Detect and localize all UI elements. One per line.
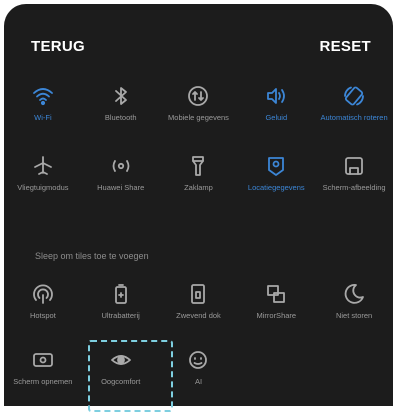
tile-sound[interactable]: Geluid [237, 84, 315, 122]
active-tiles-row-2: Vliegtuigmodus Huawei Share Zaklamp Loca… [4, 154, 393, 192]
hotspot-icon [33, 284, 53, 304]
floating-dock-icon [191, 284, 206, 304]
wifi-icon [32, 88, 53, 106]
huawei-share-icon [112, 160, 130, 172]
available-tiles-row-2: Scherm opnemen Oogcomfort AI [4, 348, 393, 386]
tile-wifi[interactable]: Wi-Fi [4, 84, 82, 122]
battery-icon [114, 284, 127, 304]
tile-flashlight[interactable]: Zaklamp [160, 154, 238, 192]
tile-label: Huawei Share [97, 183, 145, 192]
tile-label: Geluid [265, 113, 288, 122]
flashlight-icon [192, 156, 205, 176]
tile-auto-rotate[interactable]: Automatisch roteren [315, 84, 393, 122]
quick-settings-editor: TERUG RESET Wi-Fi Bluetooth Mobiele gege… [4, 4, 393, 406]
tile-label: Vliegtuigmodus [17, 183, 69, 192]
tile-huawei-share[interactable]: Huawei Share [82, 154, 160, 192]
tile-label: Scherm opnemen [13, 377, 73, 386]
active-tiles-row-1: Wi-Fi Bluetooth Mobiele gegevens Geluid … [4, 84, 393, 122]
screen-record-icon [32, 353, 53, 367]
screenshot-icon [345, 157, 363, 175]
tile-mirrorshare[interactable]: MirrorShare [237, 282, 315, 320]
tile-floating-dock[interactable]: Zwevend dok [160, 282, 238, 320]
airplane-icon [33, 156, 52, 175]
tile-label: Bluetooth [104, 113, 137, 122]
tile-mobile-data[interactable]: Mobiele gegevens [160, 84, 238, 122]
bluetooth-icon [114, 87, 127, 105]
tile-label: Automatisch roteren [320, 113, 388, 122]
tile-do-not-disturb[interactable]: Niet storen [315, 282, 393, 320]
tile-label: Mobiele gegevens [168, 113, 229, 122]
mirrorshare-icon [267, 285, 286, 303]
tile-label: Scherm-afbeelding [322, 183, 386, 192]
tile-screenshot[interactable]: Scherm-afbeelding [315, 154, 393, 192]
highlight-frame [88, 340, 173, 412]
tile-label: MirrorShare [256, 311, 297, 320]
reset-button[interactable]: RESET [319, 38, 371, 55]
tile-bluetooth[interactable]: Bluetooth [82, 84, 160, 122]
back-button[interactable]: TERUG [31, 38, 85, 55]
tile-hotspot[interactable]: Hotspot [4, 282, 82, 320]
moon-icon [344, 284, 364, 304]
tile-label: Ultrabatterij [101, 311, 140, 320]
tile-label: Wi-Fi [34, 113, 52, 122]
location-icon [268, 157, 285, 176]
ai-icon [189, 351, 208, 369]
top-bar: TERUG RESET [4, 38, 393, 58]
tile-label: AI [194, 377, 203, 386]
tile-label: Zaklamp [184, 183, 213, 192]
mobile-data-icon [188, 86, 209, 106]
available-tiles-row-1: Hotspot Ultrabatterij Zwevend dok Mirror… [4, 282, 393, 320]
tile-label: Locatiegegevens [247, 183, 305, 192]
tile-label: Zwevend dok [176, 311, 221, 320]
tile-screen-record[interactable]: Scherm opnemen [4, 348, 82, 386]
sound-icon [267, 88, 286, 104]
auto-rotate-icon [344, 86, 364, 106]
tile-airplane[interactable]: Vliegtuigmodus [4, 154, 82, 192]
tile-label: Hotspot [29, 311, 56, 320]
drag-hint-label: Sleep om tiles toe te voegen [35, 251, 149, 261]
tile-label: Niet storen [335, 311, 373, 320]
tile-ultra-battery[interactable]: Ultrabatterij [82, 282, 160, 320]
tile-location[interactable]: Locatiegegevens [237, 154, 315, 192]
